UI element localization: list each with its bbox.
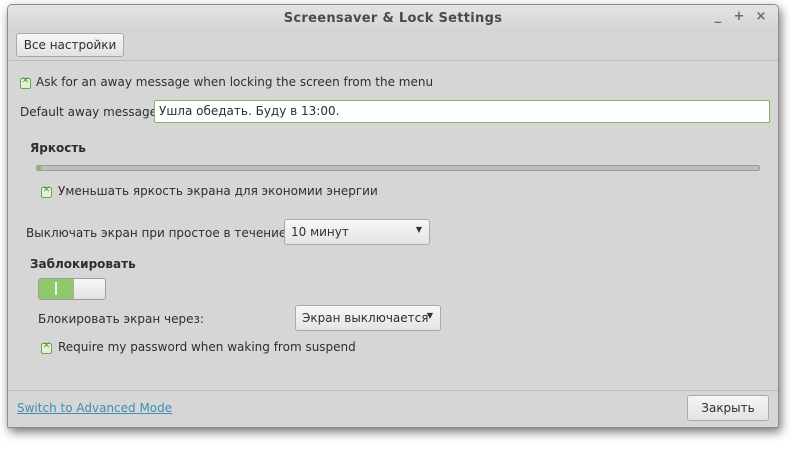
maximize-icon[interactable]: + [732, 10, 746, 24]
footer-divider [8, 390, 778, 391]
away-message-input[interactable]: Ушла обедать. Буду в 13:00. [154, 100, 770, 123]
brightness-heading: Яркость [30, 141, 86, 155]
lock-switch[interactable] [38, 278, 106, 300]
dim-screen-checkbox-label: Уменьшать яркость экрана для экономии эн… [58, 184, 378, 198]
close-icon[interactable]: × [754, 10, 768, 24]
idle-delay-select[interactable]: 10 минут ▼ [284, 219, 430, 245]
lock-after-select[interactable]: Экран выключается ▼ [295, 305, 441, 331]
default-away-message-label: Default away message [20, 105, 158, 119]
all-settings-button[interactable]: Все настройки [16, 33, 124, 57]
close-button[interactable]: Закрыть [687, 395, 769, 421]
require-password-checkbox[interactable] [41, 341, 52, 354]
away-message-checkbox[interactable] [20, 76, 31, 89]
settings-content: Ask for an away message when locking the… [8, 60, 778, 391]
lock-after-value: Экран выключается [302, 311, 429, 325]
brightness-slider-fill [37, 166, 41, 170]
brightness-slider[interactable] [36, 165, 760, 171]
lock-heading: Заблокировать [30, 257, 136, 271]
idle-delay-label: Выключать экран при простое в течение: [26, 226, 291, 240]
require-password-label: Require my password when waking from sus… [58, 340, 356, 354]
settings-window: Screensaver & Lock Settings _ + × Все на… [7, 4, 779, 428]
away-message-checkbox-label: Ask for an away message when locking the… [36, 75, 434, 89]
lock-after-label: Блокировать экран через: [38, 312, 204, 326]
advanced-mode-link[interactable]: Switch to Advanced Mode [17, 401, 172, 415]
minimize-icon[interactable]: _ [711, 10, 725, 24]
window-title: Screensaver & Lock Settings [283, 11, 503, 26]
dim-screen-checkbox[interactable] [41, 185, 52, 198]
switch-on-icon [55, 282, 57, 295]
idle-delay-value: 10 минут [291, 225, 349, 239]
titlebar[interactable]: Screensaver & Lock Settings _ + × [8, 5, 778, 31]
lock-switch-knob [73, 279, 105, 299]
chevron-down-icon: ▼ [426, 311, 433, 320]
chevron-down-icon: ▼ [415, 225, 422, 234]
